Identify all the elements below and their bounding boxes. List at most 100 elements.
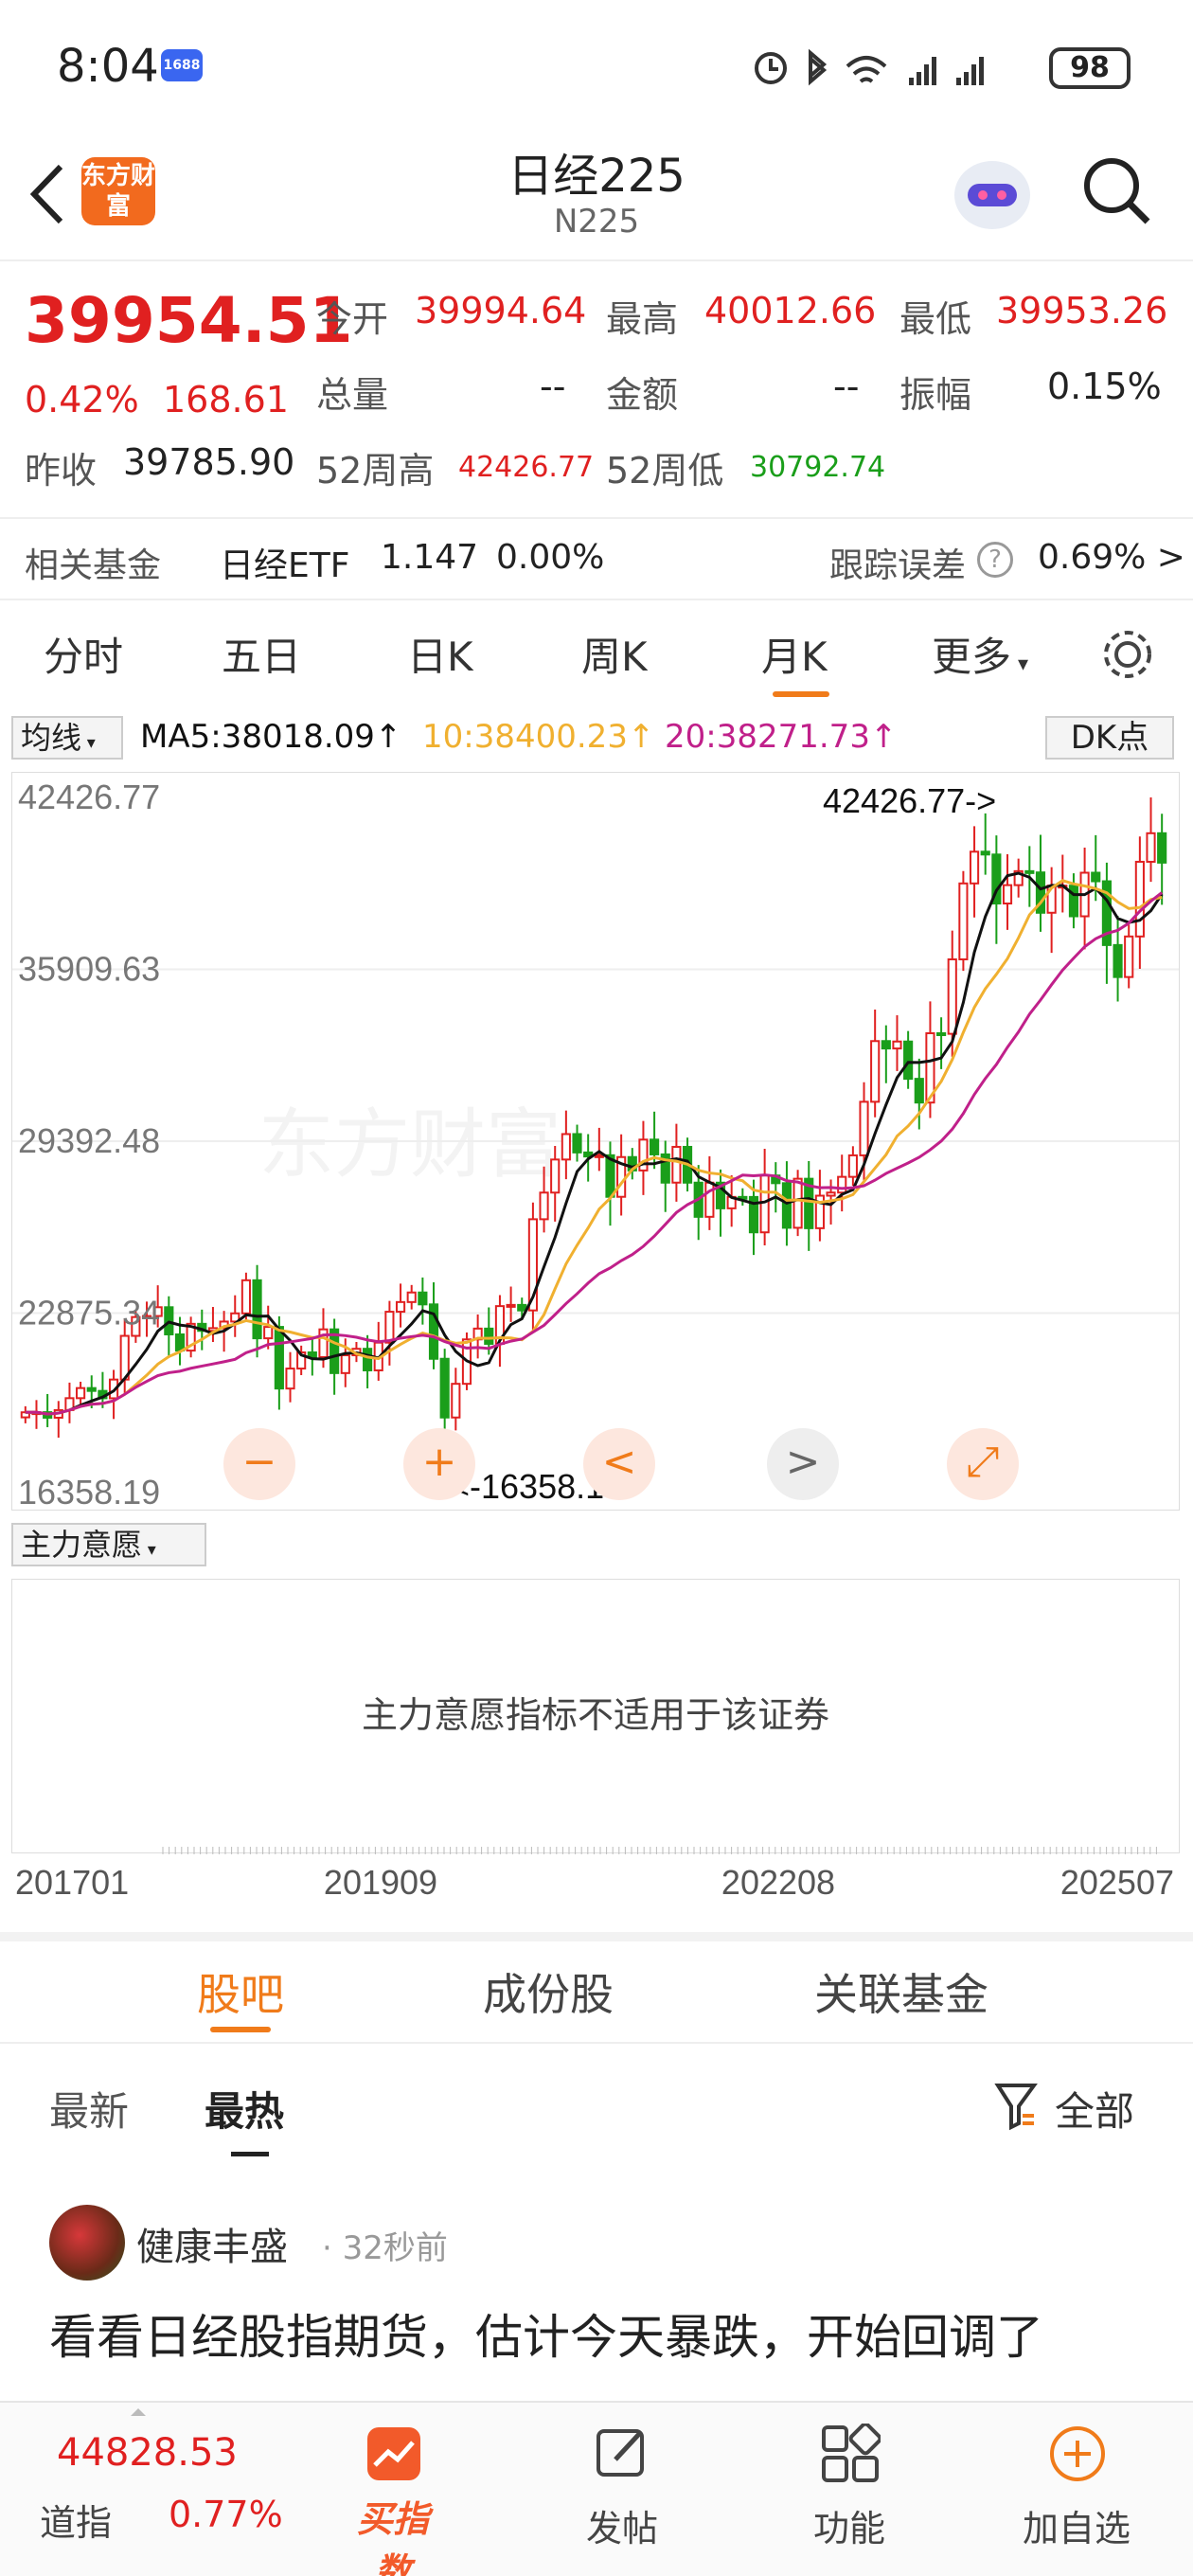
candle bbox=[1124, 935, 1134, 978]
help-icon[interactable]: ? bbox=[977, 542, 1013, 578]
add-watchlist-button[interactable]: 加自选 bbox=[1015, 2412, 1138, 2564]
candle bbox=[650, 1138, 660, 1155]
candle bbox=[506, 1303, 516, 1308]
grid-icon bbox=[822, 2424, 881, 2482]
tab-more[interactable]: 更多 ▾ bbox=[932, 625, 1028, 683]
ma20-value: 20:38271.73↑ bbox=[665, 718, 898, 756]
post-time: · 32秒前 bbox=[322, 2229, 448, 2267]
scroll-left-button[interactable]: < bbox=[583, 1428, 655, 1500]
open-value: 39994.64 bbox=[415, 290, 587, 331]
amplitude-label: 振幅 bbox=[899, 374, 972, 416]
function-label: 功能 bbox=[812, 2508, 885, 2549]
tab-stock-forum[interactable]: 股吧 bbox=[197, 1960, 284, 2023]
indicator-message: 主力意愿指标不适用于该证券 bbox=[361, 1694, 829, 1736]
dow-price[interactable]: 44828.53 bbox=[57, 2431, 238, 2475]
last-price: 39954.51 bbox=[25, 284, 353, 357]
function-button[interactable]: 功能 bbox=[797, 2412, 901, 2564]
candle bbox=[1068, 885, 1079, 918]
candle bbox=[340, 1354, 350, 1374]
candle bbox=[826, 1191, 836, 1197]
candle bbox=[363, 1348, 373, 1371]
related-fund-label: 相关基金 bbox=[25, 546, 162, 585]
candle bbox=[285, 1368, 295, 1390]
tab-intraday[interactable]: 分时 bbox=[44, 625, 123, 683]
candle bbox=[792, 1177, 803, 1229]
watermark: 东方财富 bbox=[258, 1102, 561, 1187]
candle bbox=[517, 1303, 527, 1312]
ma20-line bbox=[25, 891, 1164, 1416]
candle bbox=[892, 1040, 902, 1050]
y-tick-label: 29392.48 bbox=[18, 1121, 160, 1160]
candle bbox=[86, 1386, 97, 1392]
high-value: 40012.66 bbox=[704, 290, 877, 331]
scroll-right-button[interactable]: > bbox=[767, 1428, 839, 1500]
kline-chart[interactable]: 东方财富 42426.77 35909.63 29392.48 22875.34 163… bbox=[11, 772, 1180, 1512]
candle bbox=[936, 1031, 947, 1036]
x-tick-label: 201909 bbox=[324, 1863, 437, 1902]
avatar[interactable] bbox=[49, 2205, 125, 2281]
tab-five-day[interactable]: 五日 bbox=[222, 625, 301, 683]
tab-hottest[interactable]: 最热 bbox=[205, 2080, 284, 2138]
candle bbox=[1113, 943, 1123, 978]
zoom-out-button[interactable]: − bbox=[223, 1428, 295, 1500]
settings-icon[interactable] bbox=[1098, 625, 1157, 684]
candle bbox=[1091, 871, 1101, 883]
trend-chart-icon bbox=[367, 2427, 420, 2480]
dow-percent[interactable]: 0.77% bbox=[169, 2494, 283, 2535]
tab-weekly-k[interactable]: 周K bbox=[581, 625, 648, 683]
filter-icon[interactable] bbox=[994, 2080, 1038, 2133]
candle bbox=[561, 1133, 571, 1161]
x-tick-label: 202507 bbox=[1060, 1863, 1174, 1902]
dk-point-button[interactable]: DK点 bbox=[1045, 716, 1174, 760]
expand-chart-button[interactable]: ⤢ bbox=[947, 1428, 1019, 1500]
dow-label[interactable]: 道指 bbox=[40, 2494, 112, 2546]
post-button[interactable]: 发帖 bbox=[570, 2412, 674, 2564]
candle bbox=[550, 1158, 561, 1194]
buy-index-button[interactable]: 买指数 bbox=[341, 2412, 445, 2576]
x-tick-label: 201701 bbox=[15, 1863, 129, 1902]
post-text[interactable]: 看看日经股指期货，估计今天暴跌，开始回调了 bbox=[49, 2299, 1043, 2368]
tracking-error-label: 跟踪误差 bbox=[829, 546, 967, 585]
tab-daily-k[interactable]: 日K bbox=[407, 625, 473, 683]
ma5-line bbox=[25, 871, 1164, 1416]
ma-selector[interactable]: 均线 ▾ bbox=[11, 716, 123, 760]
tab-monthly-k[interactable]: 月K bbox=[761, 625, 828, 683]
zoom-in-button[interactable]: + bbox=[403, 1428, 475, 1500]
candle bbox=[174, 1333, 186, 1352]
week52-high-label: 52周高 bbox=[316, 450, 435, 492]
up-caret-icon bbox=[131, 2408, 146, 2416]
fund-name: 日经ETF bbox=[220, 546, 350, 585]
tab-active-indicator bbox=[210, 2027, 271, 2032]
high-label: 最高 bbox=[606, 298, 679, 340]
tab-related-funds[interactable]: 关联基金 bbox=[814, 1960, 988, 2023]
candle bbox=[1134, 860, 1145, 938]
divider bbox=[0, 2042, 1193, 2044]
candle bbox=[870, 1040, 881, 1103]
candle bbox=[572, 1133, 582, 1154]
tab-constituents[interactable]: 成份股 bbox=[483, 1960, 614, 2023]
robot-assistant-icon[interactable] bbox=[947, 152, 1038, 237]
low-label: 最低 bbox=[899, 298, 972, 340]
app-notification-icon: 1688 bbox=[161, 49, 203, 81]
tab-active-indicator bbox=[231, 2152, 269, 2156]
filter-label[interactable]: 全部 bbox=[1055, 2080, 1134, 2138]
search-icon[interactable] bbox=[1079, 153, 1155, 229]
ma5-value: MA5:38018.09↑ bbox=[140, 718, 402, 756]
divider bbox=[0, 517, 1193, 519]
prev-close-label: 昨收 bbox=[25, 450, 98, 492]
tab-latest[interactable]: 最新 bbox=[49, 2080, 129, 2138]
indicator-selector[interactable]: 主力意愿 ▾ bbox=[11, 1523, 206, 1566]
related-fund-row[interactable]: 相关基金 日经ETF 1.147 0.00% 跟踪误差 ? 0.69% > bbox=[0, 521, 1193, 599]
post-author[interactable]: 健康丰盛 bbox=[136, 2216, 288, 2271]
low-value: 39953.26 bbox=[996, 290, 1168, 331]
change-value: 168.61 bbox=[163, 379, 289, 420]
wifi-icon bbox=[846, 56, 887, 83]
candle bbox=[958, 882, 969, 960]
ma10-value: 10:38400.23↑ bbox=[422, 718, 655, 756]
candle bbox=[704, 1181, 715, 1218]
edit-icon bbox=[596, 2429, 644, 2477]
candle bbox=[980, 850, 990, 856]
candle bbox=[847, 1154, 858, 1178]
candle bbox=[274, 1326, 284, 1390]
amount-label: 金额 bbox=[606, 374, 679, 416]
